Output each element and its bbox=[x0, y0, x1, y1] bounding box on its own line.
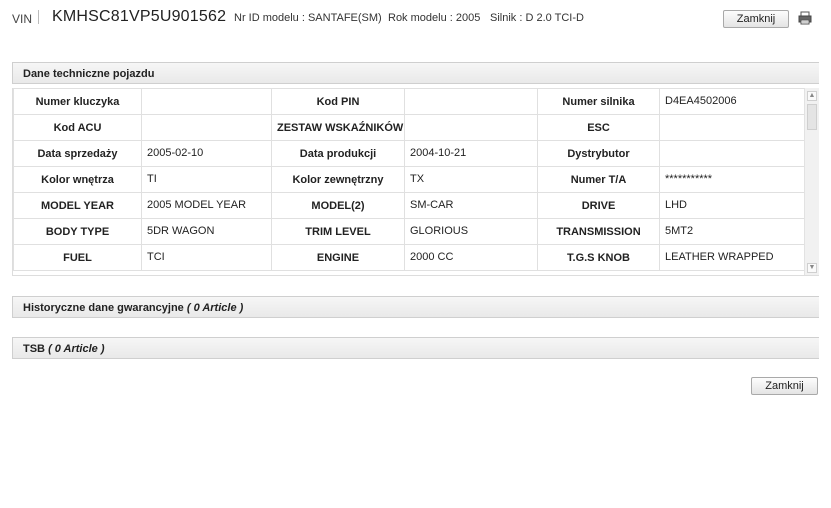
spec-label: ESC bbox=[537, 114, 660, 141]
spec-label: Numer kluczyka bbox=[13, 88, 142, 115]
spec-value: SM-CAR bbox=[404, 192, 538, 219]
spec-label: TRANSMISSION bbox=[537, 218, 660, 245]
spec-value bbox=[659, 140, 805, 167]
spec-value: LHD bbox=[659, 192, 805, 219]
table-row: MODEL YEAR 2005 MODEL YEAR MODEL(2) SM-CAR D… bbox=[13, 192, 805, 219]
spec-label: TRIM LEVEL bbox=[271, 218, 405, 245]
spec-grid: Numer kluczyka Kod PIN Numer silnika D4EA45… bbox=[12, 88, 819, 276]
vin-label: VIN bbox=[12, 12, 33, 26]
engine-info: Silnik : D 2.0 TCI-D bbox=[490, 12, 584, 24]
spec-label: ENGINE bbox=[271, 244, 405, 271]
spec-value: 2005-02-10 bbox=[141, 140, 272, 167]
table-row: BODY TYPE 5DR WAGON TRIM LEVEL GLORIOUS TRAN… bbox=[13, 218, 805, 245]
spec-label: T.G.S KNOB bbox=[537, 244, 660, 271]
panel-tsb-count: ( 0 Article ) bbox=[48, 343, 105, 355]
panel-tech-title: Dane techniczne pojazdu bbox=[23, 68, 155, 80]
top-bar: VIN KMHSC81VP5U901562 Nr ID modelu : SAN… bbox=[0, 0, 831, 40]
spec-value: 2004-10-21 bbox=[404, 140, 538, 167]
spec-value bbox=[404, 88, 538, 115]
spec-value: 5MT2 bbox=[659, 218, 805, 245]
scroll-thumb[interactable] bbox=[807, 104, 817, 130]
spec-value: TCI bbox=[141, 244, 272, 271]
spec-value bbox=[404, 114, 538, 141]
panel-tsb-title: TSB bbox=[23, 343, 45, 355]
spec-label: Kod PIN bbox=[271, 88, 405, 115]
table-row: Numer kluczyka Kod PIN Numer silnika D4EA45… bbox=[13, 88, 805, 115]
table-row: Data sprzedaży 2005-02-10 Data produkcji 20… bbox=[13, 140, 805, 167]
spec-value: GLORIOUS bbox=[404, 218, 538, 245]
spec-value: 2005 MODEL YEAR bbox=[141, 192, 272, 219]
spec-label: DRIVE bbox=[537, 192, 660, 219]
scroll-down-icon[interactable]: ▼ bbox=[807, 263, 817, 273]
spec-label: BODY TYPE bbox=[13, 218, 142, 245]
spec-value: TI bbox=[141, 166, 272, 193]
spec-label: MODEL(2) bbox=[271, 192, 405, 219]
spec-value: 2000 CC bbox=[404, 244, 538, 271]
spec-scrollbar[interactable]: ▲ ▼ bbox=[804, 88, 819, 275]
spec-label: Kod ACU bbox=[13, 114, 142, 141]
panel-warranty-header[interactable]: Historyczne dane gwarancyjne ( 0 Article… bbox=[12, 296, 819, 318]
model-id: Nr ID modelu : SANTAFE(SM) bbox=[234, 12, 382, 24]
spec-table: Numer kluczyka Kod PIN Numer silnika D4EA45… bbox=[13, 88, 805, 271]
scroll-up-icon[interactable]: ▲ bbox=[807, 91, 817, 101]
spec-value: *********** bbox=[659, 166, 805, 193]
spec-label: Numer T/A bbox=[537, 166, 660, 193]
panel-tsb-header[interactable]: TSB ( 0 Article ) bbox=[12, 337, 819, 359]
spec-label: Data sprzedaży bbox=[13, 140, 142, 167]
vin-value: KMHSC81VP5U901562 bbox=[52, 8, 227, 25]
spec-label: MODEL YEAR bbox=[13, 192, 142, 219]
model-year: Rok modelu : 2005 bbox=[388, 12, 481, 24]
spec-label: Kolor wnętrza bbox=[13, 166, 142, 193]
spec-value: LEATHER WRAPPED bbox=[659, 244, 805, 271]
table-row: Kolor wnętrza TI Kolor zewnętrzny TX Numer T… bbox=[13, 166, 805, 193]
spec-value bbox=[141, 114, 272, 141]
panel-warranty-title: Historyczne dane gwarancyjne bbox=[23, 302, 184, 314]
spec-label: Dystrybutor bbox=[537, 140, 660, 167]
table-row: Kod ACU ZESTAW WSKAŹNIKÓW ESC bbox=[13, 114, 805, 141]
close-button-top[interactable]: Zamknij bbox=[723, 10, 789, 28]
spec-value: TX bbox=[404, 166, 538, 193]
spec-label: Kolor zewnętrzny bbox=[271, 166, 405, 193]
spec-label: Numer silnika bbox=[537, 88, 660, 115]
vin-separator bbox=[38, 10, 39, 24]
close-button-bottom[interactable]: Zamknij bbox=[751, 377, 818, 395]
spec-value bbox=[659, 114, 805, 141]
spec-label: FUEL bbox=[13, 244, 142, 271]
spec-value bbox=[141, 88, 272, 115]
spec-label: Data produkcji bbox=[271, 140, 405, 167]
printer-icon[interactable] bbox=[798, 11, 812, 25]
panel-tech-header[interactable]: Dane techniczne pojazdu bbox=[12, 62, 819, 84]
spec-value: D4EA4502006 bbox=[659, 88, 805, 115]
panel-warranty-count: ( 0 Article ) bbox=[186, 302, 244, 314]
spec-label: ZESTAW WSKAŹNIKÓW bbox=[271, 114, 405, 141]
spec-value: 5DR WAGON bbox=[141, 218, 272, 245]
table-row: FUEL TCI ENGINE 2000 CC T.G.S KNOB LEATHER WR… bbox=[13, 244, 805, 271]
